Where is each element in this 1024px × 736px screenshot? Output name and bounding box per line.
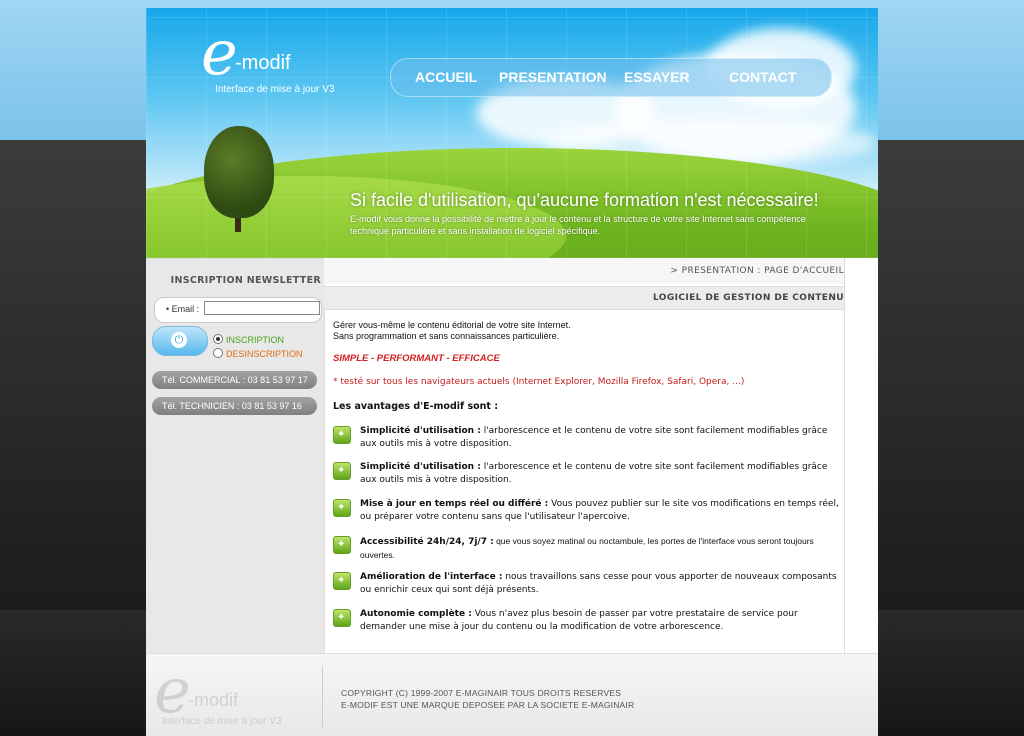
feature-title: Autonomie complète : xyxy=(360,609,472,619)
intro-line-2: Sans programmation et sans connaissances… xyxy=(333,331,560,341)
footer-logo-subtitle: Interface de mise à jour V3 xyxy=(162,716,282,727)
newsletter-submit-button[interactable]: ⏻ xyxy=(152,326,208,356)
slogan: SIMPLE - PERFORMANT - EFFICACE xyxy=(333,353,500,364)
phone-commercial: Tél. COMMERCIAL : 03 81 53 97 17 xyxy=(152,371,317,389)
desinscription-label[interactable]: DESINSCRIPTION xyxy=(226,349,303,359)
breadcrumb[interactable]: > PRESENTATION : PAGE D'ACCUEIL xyxy=(324,258,844,284)
left-sidebar: INSCRIPTION NEWSLETTER • Email : ⏻ INSCR… xyxy=(146,258,324,654)
header-banner: e -modif Interface de mise à jour V3 ACC… xyxy=(146,8,878,258)
page-container: e -modif Interface de mise à jour V3 ACC… xyxy=(146,8,878,736)
email-field[interactable] xyxy=(204,301,320,315)
nav-essayer[interactable]: ESSAYER xyxy=(624,69,690,85)
divider xyxy=(324,258,325,653)
logo-letter: e xyxy=(201,16,238,89)
radio-desinscription[interactable] xyxy=(213,348,223,358)
star-icon xyxy=(333,499,351,517)
section-title: LOGICIEL DE GESTION DE CONTENU xyxy=(324,286,844,310)
intro-line-1: Gérer vous-même le contenu éditorial de … xyxy=(333,320,571,330)
feature-title: Simplicité d'utilisation : xyxy=(360,462,481,472)
main-nav: ACCUEIL PRESENTATION ESSAYER CONTACT xyxy=(390,58,832,97)
power-plug-icon: ⏻ xyxy=(171,332,187,348)
tested-note: * testé sur tous les navigateurs actuels… xyxy=(333,377,745,387)
tree-icon xyxy=(204,126,274,218)
divider xyxy=(844,258,845,653)
feature-title: Mise à jour en temps réel ou différé : xyxy=(360,499,549,509)
footer-logo: e -modif Interface de mise à jour V3 xyxy=(154,654,314,734)
banner-tagline: Si facile d'utilisation, qu'aucune forma… xyxy=(350,190,819,210)
radio-inscription[interactable] xyxy=(213,334,223,344)
footer-trademark: E-MODIF EST UNE MARQUE DEPOSEE PAR LA SO… xyxy=(341,700,635,710)
star-icon xyxy=(333,426,351,444)
footer: e -modif Interface de mise à jour V3 COP… xyxy=(146,653,878,736)
site-logo[interactable]: e -modif Interface de mise à jour V3 xyxy=(201,16,335,96)
feature-title: Accessibilité 24h/24, 7j/7 : xyxy=(360,537,494,547)
phone-technicien: Tél. TECHNICIEN : 03 81 53 97 16 xyxy=(152,397,317,415)
feature-title: Simplicité d'utilisation : xyxy=(360,426,481,436)
email-label: • Email : xyxy=(166,304,200,314)
star-icon xyxy=(333,462,351,480)
logo-subtitle: Interface de mise à jour V3 xyxy=(215,84,335,95)
star-icon xyxy=(333,609,351,627)
footer-copyright: COPYRIGHT (C) 1999-2007 E-MAGINAIR TOUS … xyxy=(341,688,622,698)
main-content: > PRESENTATION : PAGE D'ACCUEIL LOGICIEL… xyxy=(324,258,878,653)
nav-contact[interactable]: CONTACT xyxy=(729,69,796,85)
logo-name: -modif xyxy=(235,52,291,74)
advantages-title: Les avantages d'E-modif sont : xyxy=(333,401,499,412)
nav-presentation[interactable]: PRESENTATION xyxy=(499,69,607,85)
star-icon xyxy=(333,572,351,590)
star-icon xyxy=(333,536,351,554)
feature-title: Amélioration de l'interface : xyxy=(360,572,503,582)
footer-logo-name: -modif xyxy=(188,690,239,710)
nav-accueil[interactable]: ACCUEIL xyxy=(415,69,477,85)
newsletter-title: INSCRIPTION NEWSLETTER xyxy=(170,275,321,286)
inscription-label[interactable]: INSCRIPTION xyxy=(226,335,284,345)
divider xyxy=(322,666,323,728)
banner-subtext: E-modif vous donne la possibilité de met… xyxy=(350,214,806,236)
